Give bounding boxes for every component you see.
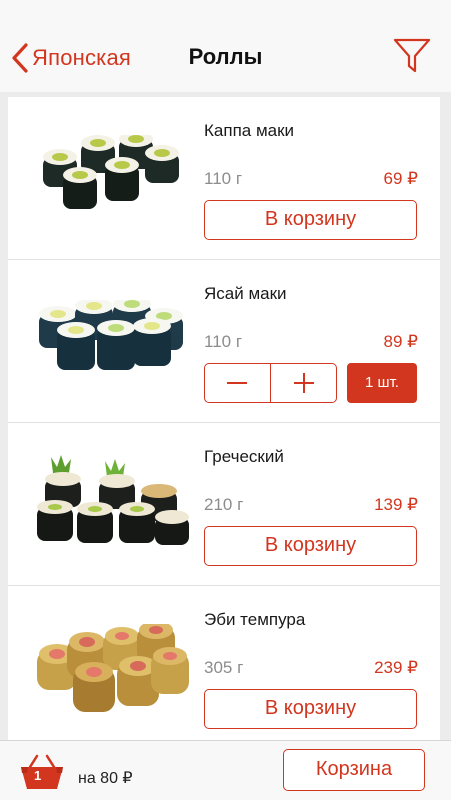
increment-button[interactable] [271,364,336,402]
cart-button[interactable]: Корзина [283,749,425,791]
minus-icon [227,382,248,384]
item-weight: 210 г [204,495,244,514]
list-item: Ясай маки 110 г 89 ₽ 1 шт. [8,260,440,423]
sushi-roll-image [37,455,189,545]
sushi-roll-image [37,624,189,712]
item-weight: 305 г [204,658,244,677]
navigation-bar: Японская Роллы [0,0,451,92]
list-item: Каппа маки 110 г 69 ₽ В корзину [8,97,440,260]
item-price: 239 ₽ [374,658,418,677]
sushi-roll-image [39,300,183,370]
sushi-roll-image [43,135,179,209]
product-list[interactable]: Каппа маки 110 г 69 ₽ В корзину Ясай мак… [8,97,440,740]
item-name: Греческий [204,447,284,466]
back-button-label: Японская [32,45,132,70]
item-name: Эби темпура [204,610,306,629]
item-name: Каппа маки [204,121,295,140]
plus-icon [293,373,314,393]
bottom-bar: 1 на 80 ₽ Корзина [0,740,451,800]
add-to-cart-button[interactable]: В корзину [204,689,417,729]
back-button[interactable]: Японская [10,40,131,76]
item-weight: 110 г [204,332,243,351]
chevron-left-icon [12,43,28,73]
filter-icon[interactable] [393,38,431,74]
cart-total: на 80 ₽ [78,770,133,787]
basket-button[interactable]: 1 [18,751,66,791]
basket-icon [21,754,63,789]
item-price: 69 ₽ [383,169,418,188]
item-name: Ясай маки [204,284,287,303]
add-to-cart-button[interactable]: В корзину [204,200,417,240]
basket-count: 1 [34,768,42,783]
decrement-button[interactable] [205,364,270,402]
add-to-cart-button[interactable]: В корзину [204,526,417,566]
item-price: 89 ₽ [383,332,418,351]
item-price: 139 ₽ [374,495,418,514]
item-weight: 110 г [204,169,243,188]
quantity-badge: 1 шт. [347,363,417,403]
list-item: Греческий 210 г 139 ₽ В корзину [8,423,440,586]
quantity-stepper [204,363,337,403]
list-item: Эби темпура 305 г 239 ₽ В корзину [8,586,440,740]
